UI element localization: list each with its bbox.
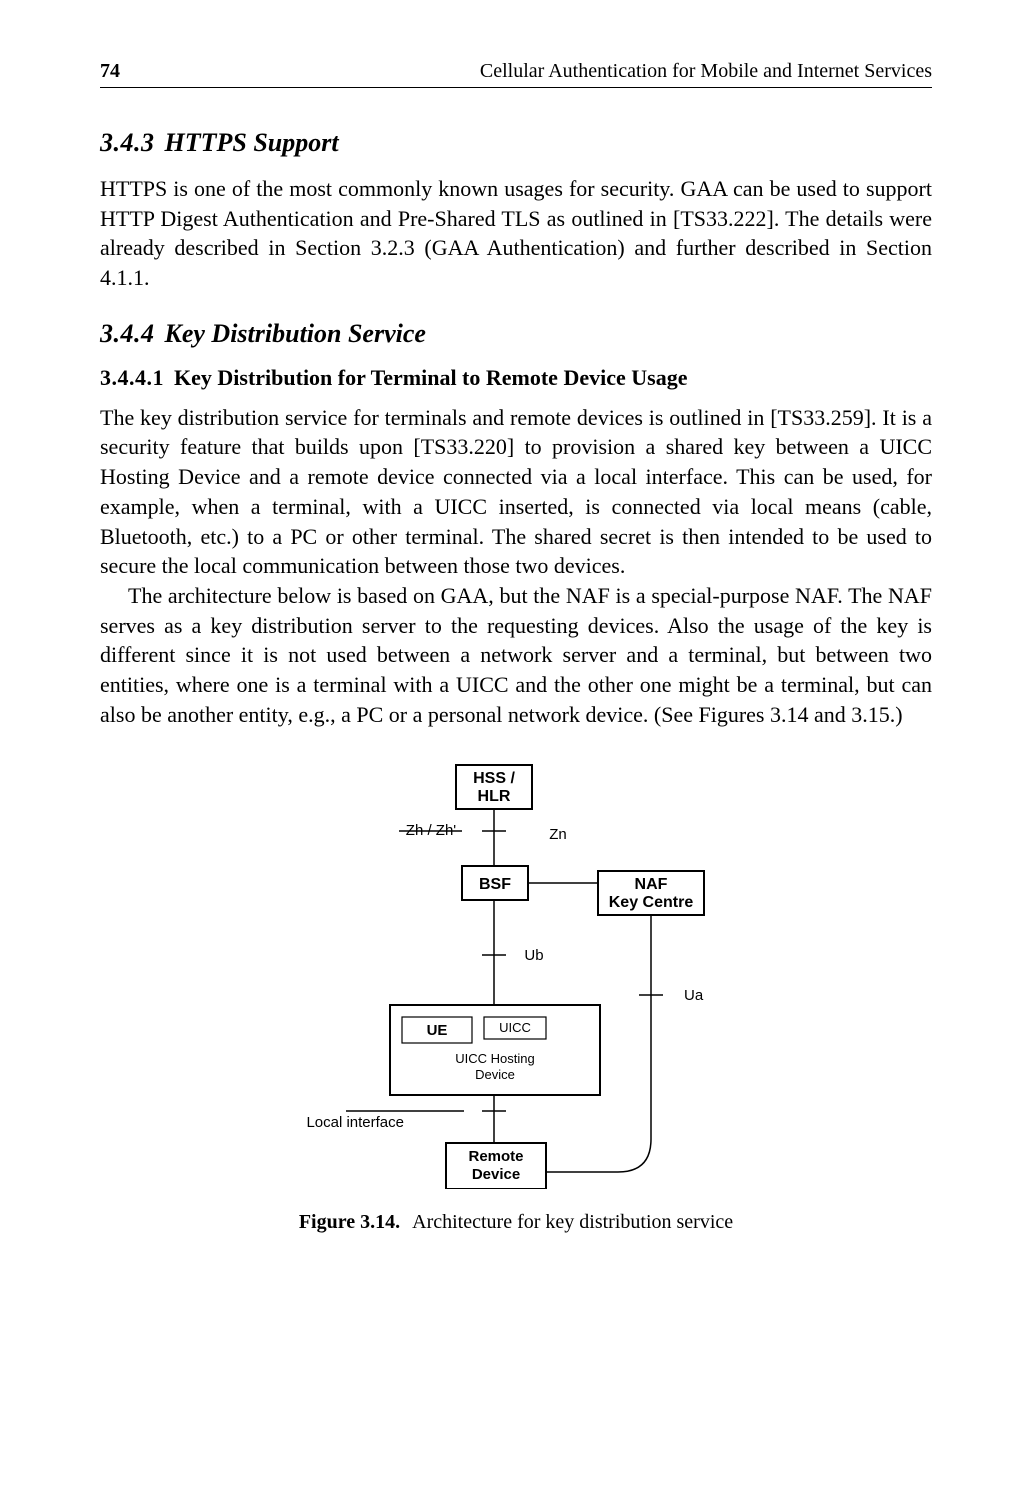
heading-number: 3.4.4 (100, 319, 155, 348)
node-naf-line2: Key Centre (609, 894, 694, 911)
heading-title: Key Distribution Service (165, 319, 426, 348)
edge-ub-label: Ub (524, 947, 543, 964)
heading-title: Key Distribution for Terminal to Remote … (174, 365, 687, 390)
paragraph-https: HTTPS is one of the most commonly known … (100, 174, 932, 293)
node-bsf: BSF (479, 876, 511, 893)
node-naf-line1: NAF (635, 876, 668, 893)
node-hss-line2: HLR (478, 788, 511, 805)
figure-architecture-diagram: .box { fill:#fff; stroke:#000; stroke-wi… (246, 759, 786, 1189)
paragraph-kd-2: The architecture below is based on GAA, … (100, 581, 932, 729)
heading-number: 3.4.4.1 (100, 365, 164, 390)
page-number: 74 (100, 60, 120, 83)
node-uicc-host-line2: Device (475, 1067, 515, 1082)
node-remote-line1: Remote (468, 1148, 523, 1165)
heading-title: HTTPS Support (165, 128, 339, 157)
edge-ua-label: Ua (684, 987, 704, 1004)
node-uicc-host-line1: UICC Hosting (455, 1051, 534, 1066)
node-uicc: UICC (499, 1020, 531, 1035)
figure-caption: Figure 3.14. Architecture for key distrib… (100, 1211, 932, 1234)
paragraph-kd-1: The key distribution service for termina… (100, 403, 932, 581)
page-header: 74 Cellular Authentication for Mobile an… (100, 60, 932, 88)
figure-caption-text: Architecture for key distribution servic… (412, 1211, 733, 1233)
heading-https-support: 3.4.3 HTTPS Support (100, 128, 932, 158)
running-title: Cellular Authentication for Mobile and I… (480, 60, 932, 83)
edge-local-label: Local interface (306, 1114, 404, 1131)
edge-zn-label: Zn (549, 826, 567, 843)
heading-number: 3.4.3 (100, 128, 155, 157)
heading-key-distribution-service: 3.4.4 Key Distribution Service (100, 319, 932, 349)
node-hss-line1: HSS / (473, 770, 515, 787)
heading-key-distribution-terminal: 3.4.4.1 Key Distribution for Terminal to … (100, 365, 932, 391)
node-ue: UE (427, 1022, 448, 1039)
figure-label: Figure 3.14. (299, 1211, 400, 1233)
node-remote-line2: Device (472, 1166, 520, 1183)
